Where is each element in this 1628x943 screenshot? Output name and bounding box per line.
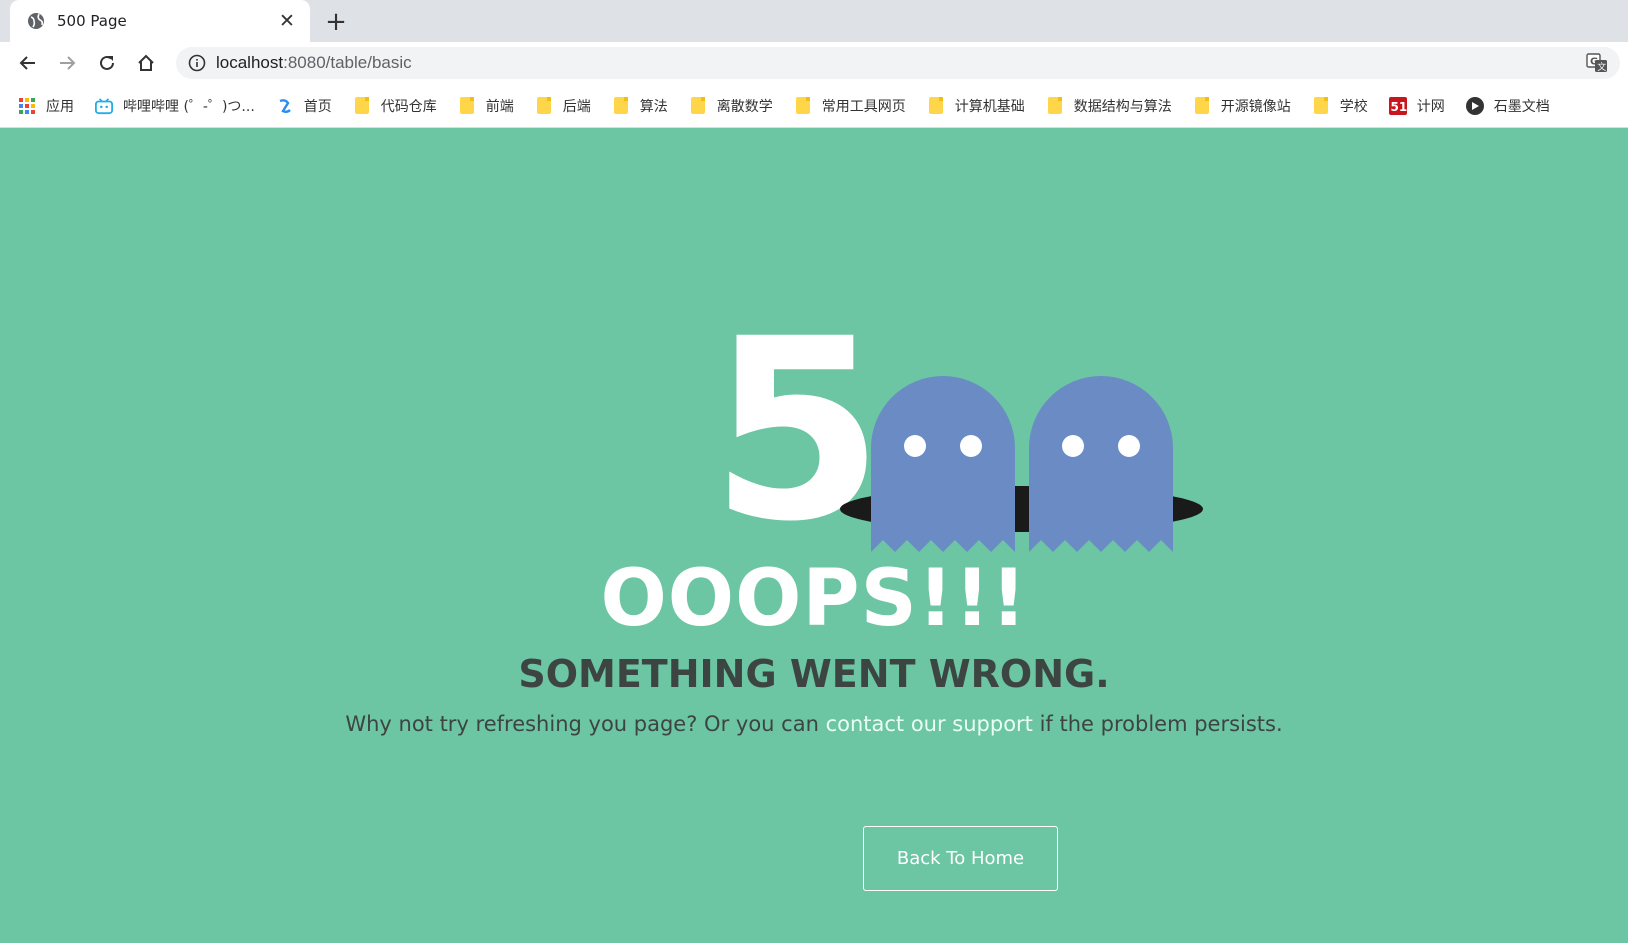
reload-icon[interactable] — [92, 48, 122, 78]
bookmark-51cto[interactable]: 51 计网 — [1388, 91, 1445, 121]
bookmark-label: 学校 — [1339, 98, 1368, 115]
tab-active[interactable]: 500 Page ✕ — [10, 0, 310, 42]
bookmark-folder[interactable]: 算法 — [612, 91, 668, 121]
bookmarks-bar: 应用 哔哩哔哩 (゜-゜)つ... 首页 代码仓库 前端 后端 算法 离散数学 … — [0, 84, 1628, 128]
bookmark-folder[interactable]: 代码仓库 — [353, 91, 437, 121]
bookmark-label: 应用 — [46, 98, 74, 115]
translate-icon[interactable]: G文 — [1586, 52, 1608, 74]
shimo-icon — [1465, 96, 1484, 115]
svg-text:文: 文 — [1597, 61, 1606, 73]
folder-icon — [612, 97, 630, 115]
folder-icon — [535, 97, 553, 115]
bookmark-label: 哔哩哔哩 (゜-゜)つ... — [123, 98, 255, 115]
bookmark-label: 石墨文档 — [1493, 98, 1550, 115]
error-page: 5 OOOPS!!! SOMETHING WENT WRONG. Why not… — [0, 128, 1628, 943]
forward-arrow-icon[interactable] — [52, 48, 82, 78]
bookmark-label: 首页 — [303, 98, 332, 115]
folder-icon — [1193, 97, 1211, 115]
bookmark-folder[interactable]: 开源镜像站 — [1193, 91, 1291, 121]
bookmark-home-site[interactable]: 首页 — [276, 91, 332, 121]
51cto-icon: 51 — [1388, 96, 1407, 115]
error-500-illustration: 5 — [710, 306, 1210, 556]
address-bar[interactable]: localhost:8080/table/basic G文 — [176, 47, 1620, 79]
back-arrow-icon[interactable] — [13, 48, 43, 78]
close-tab-icon[interactable]: ✕ — [276, 10, 298, 32]
tab-title: 500 Page — [57, 12, 127, 30]
bilibili-icon — [95, 97, 113, 115]
bookmark-folder[interactable]: 数据结构与算法 — [1046, 91, 1172, 121]
folder-icon — [1046, 97, 1064, 115]
bookmark-label: 数据结构与算法 — [1073, 98, 1172, 115]
folder-icon — [794, 97, 812, 115]
ghost-icon — [1029, 376, 1173, 552]
error-headline: OOOPS!!! — [600, 554, 1028, 644]
back-to-home-button[interactable]: Back To Home — [863, 826, 1058, 891]
bookmark-shimo[interactable]: 石墨文档 — [1465, 91, 1550, 121]
error-description: Why not try refreshing you page? Or you … — [0, 712, 1628, 736]
bookmark-bilibili[interactable]: 哔哩哔哩 (゜-゜)つ... — [95, 91, 255, 121]
tab-strip: 500 Page ✕ + — [0, 0, 1628, 42]
bookmark-apps[interactable]: 应用 — [18, 91, 74, 121]
folder-icon — [458, 97, 476, 115]
bookmark-label: 前端 — [485, 98, 514, 115]
bookmark-folder[interactable]: 学校 — [1312, 91, 1368, 121]
browser-toolbar: localhost:8080/table/basic G文 — [0, 42, 1628, 84]
ghost-icon — [871, 376, 1015, 552]
bookmark-folder[interactable]: 后端 — [535, 91, 591, 121]
contact-support-link[interactable]: contact our support — [826, 712, 1033, 736]
apps-grid-icon — [18, 97, 36, 115]
bookmark-folder[interactable]: 前端 — [458, 91, 514, 121]
bookmark-folder[interactable]: 常用工具网页 — [794, 91, 906, 121]
bookmark-label: 计网 — [1416, 98, 1445, 115]
bookmark-label: 计算机基础 — [954, 98, 1025, 115]
bookmark-folder[interactable]: 计算机基础 — [927, 91, 1025, 121]
new-tab-button[interactable]: + — [322, 8, 350, 36]
url-host: localhost — [216, 53, 284, 72]
folder-icon — [927, 97, 945, 115]
bookmark-label: 后端 — [562, 98, 591, 115]
home-site-icon — [276, 97, 294, 115]
error-subheadline: SOMETHING WENT WRONG. — [518, 652, 1110, 696]
bookmark-label: 离散数学 — [716, 98, 773, 115]
bookmark-label: 算法 — [639, 98, 668, 115]
bookmark-label: 代码仓库 — [380, 98, 437, 115]
folder-icon — [1312, 97, 1330, 115]
info-icon[interactable] — [186, 52, 208, 74]
url-path: :8080/table/basic — [283, 53, 412, 72]
home-icon[interactable] — [131, 48, 161, 78]
svg-text:51: 51 — [1390, 100, 1407, 114]
desc-text-after: if the problem persists. — [1032, 712, 1283, 736]
bookmark-label: 开源镜像站 — [1220, 98, 1291, 115]
folder-icon — [353, 97, 371, 115]
desc-text-before: Why not try refreshing you page? Or you … — [345, 712, 826, 736]
folder-icon — [689, 97, 707, 115]
bookmark-folder[interactable]: 离散数学 — [689, 91, 773, 121]
globe-icon — [26, 11, 46, 31]
bookmark-label: 常用工具网页 — [821, 98, 906, 115]
url-text[interactable]: localhost:8080/table/basic — [216, 53, 412, 73]
